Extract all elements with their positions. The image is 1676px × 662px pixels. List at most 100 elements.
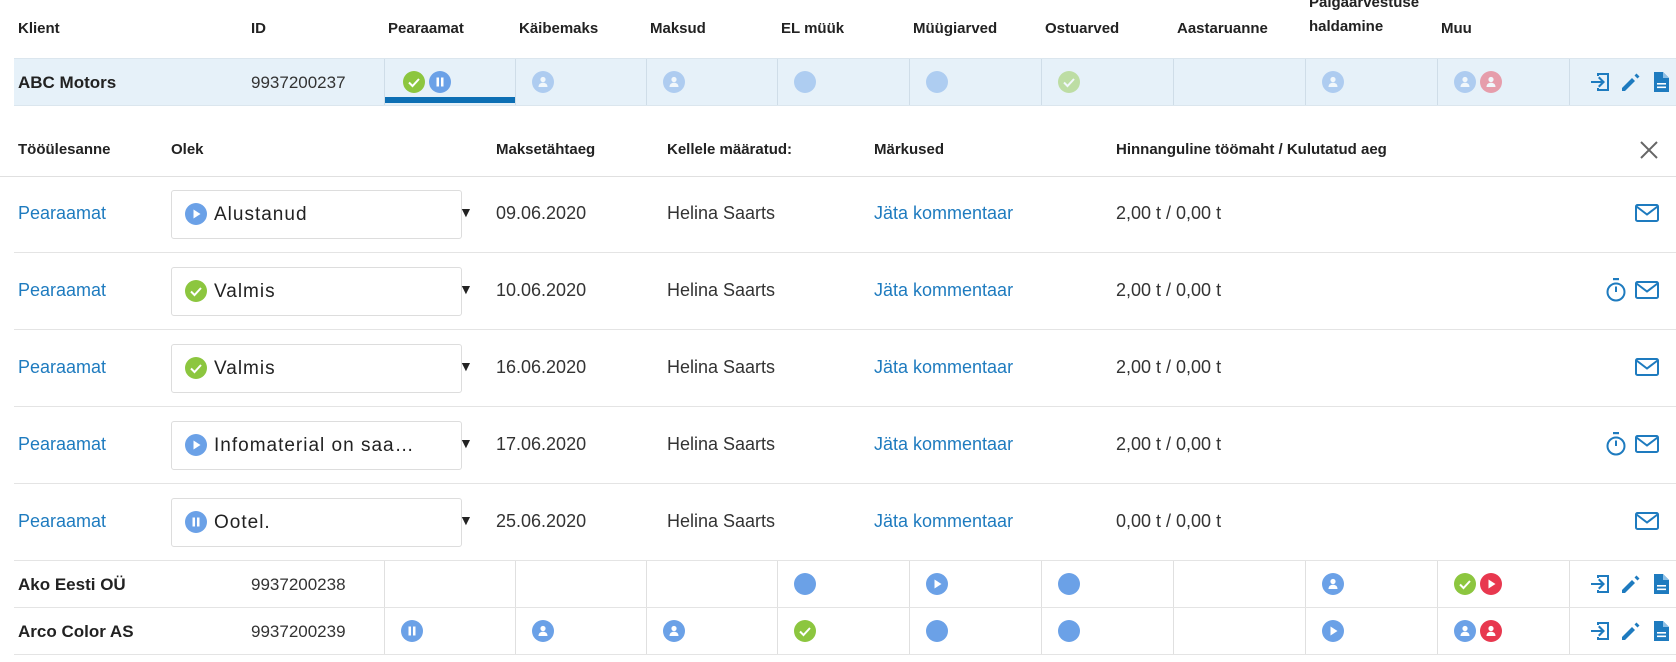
pause-icon <box>401 620 423 642</box>
due-date: 10.06.2020 <box>496 280 587 300</box>
comment-link[interactable]: Jäta kommentaar <box>874 434 1013 455</box>
timer-icon[interactable] <box>1604 431 1628 457</box>
due-date: 16.06.2020 <box>496 357 587 377</box>
task-link[interactable]: Pearaamat <box>18 511 106 532</box>
close-icon[interactable] <box>1638 139 1660 161</box>
due-date: 25.06.2020 <box>496 511 587 531</box>
col-muu: Muu <box>1441 20 1472 37</box>
status-select[interactable]: Valmis <box>171 344 462 393</box>
cell-kaibemaks[interactable] <box>515 59 646 105</box>
client-table-header: Klient ID Pearaamat Käibemaks Maksud EL … <box>0 0 1676 58</box>
col-muugiarved: Müügiarved <box>913 20 998 37</box>
login-icon[interactable] <box>1588 69 1614 95</box>
status-dot-icon <box>926 620 948 642</box>
col-palgaarvestus-line1: Palgaarvestuse <box>1309 0 1420 11</box>
chevron-down-icon[interactable]: ▼ <box>459 358 473 374</box>
status-value: Alustanud <box>214 204 308 225</box>
check-icon <box>185 280 207 302</box>
cell-el-muuk[interactable] <box>777 59 908 105</box>
document-icon[interactable] <box>1648 618 1674 644</box>
person-icon <box>663 620 685 642</box>
edit-icon[interactable] <box>1618 618 1644 644</box>
document-icon[interactable] <box>1648 69 1674 95</box>
cell-muu[interactable] <box>1437 608 1568 654</box>
comment-link[interactable]: Jäta kommentaar <box>874 280 1013 301</box>
cell-muu[interactable] <box>1437 561 1568 607</box>
status-dot-icon <box>794 71 816 93</box>
cell-ostuarved[interactable] <box>1041 59 1172 105</box>
status-select[interactable]: Valmis <box>171 267 462 316</box>
cell-maksud[interactable] <box>646 608 777 654</box>
cell-aastaruanne[interactable] <box>1173 59 1304 105</box>
cell-el-muuk[interactable] <box>777 608 908 654</box>
cell-muugiarved[interactable] <box>909 608 1040 654</box>
assignee: Helina Saarts <box>667 511 776 531</box>
edit-icon[interactable] <box>1618 571 1644 597</box>
chevron-down-icon[interactable]: ▼ <box>459 204 473 220</box>
status-dot-icon <box>1058 573 1080 595</box>
client-row-ako-eesti[interactable]: Ako Eesti OÜ 9937200238 <box>14 561 1676 608</box>
cell-kaibemaks[interactable] <box>515 608 646 654</box>
client-row-arco-color[interactable]: Arco Color AS 9937200239 <box>14 608 1676 655</box>
play-icon <box>185 203 207 225</box>
client-name: ABC Motors <box>18 73 117 92</box>
login-icon[interactable] <box>1588 618 1614 644</box>
task-link[interactable]: Pearaamat <box>18 280 106 301</box>
cell-ostuarved[interactable] <box>1041 561 1172 607</box>
cell-palgaarvestus[interactable] <box>1305 561 1436 607</box>
status-select[interactable]: Infomaterial on saabunud <box>171 421 462 470</box>
status-value: Ootel. <box>214 512 271 533</box>
cell-ostuarved[interactable] <box>1041 608 1172 654</box>
chevron-down-icon[interactable]: ▼ <box>459 512 473 528</box>
cell-el-muuk[interactable] <box>777 561 908 607</box>
cell-aastaruanne[interactable] <box>1173 608 1304 654</box>
due-date: 17.06.2020 <box>496 434 587 454</box>
cell-pearaamat[interactable] <box>384 608 515 654</box>
client-row-abc-motors[interactable]: ABC Motors 9937200237 <box>14 58 1676 106</box>
cell-palgaarvestus[interactable] <box>1305 608 1436 654</box>
col-palgaarvestus-line2: haldamine <box>1309 18 1384 35</box>
cell-palgaarvestus[interactable] <box>1305 59 1436 105</box>
play-icon <box>185 434 207 456</box>
row-actions <box>1569 608 1676 654</box>
cell-muu[interactable] <box>1437 59 1568 105</box>
document-icon[interactable] <box>1648 571 1674 597</box>
person-icon <box>1454 71 1476 93</box>
cell-aastaruanne[interactable] <box>1173 561 1304 607</box>
cell-pearaamat[interactable] <box>384 561 515 607</box>
edit-icon[interactable] <box>1618 69 1644 95</box>
check-icon <box>185 357 207 379</box>
cell-maksud[interactable] <box>646 59 777 105</box>
mail-icon[interactable] <box>1634 356 1660 378</box>
assignee: Helina Saarts <box>667 434 776 454</box>
mail-icon[interactable] <box>1634 202 1660 224</box>
login-icon[interactable] <box>1588 571 1614 597</box>
th-status: Olek <box>171 141 204 158</box>
task-link[interactable]: Pearaamat <box>18 203 106 224</box>
hours: 2,00 t / 0,00 t <box>1116 357 1222 377</box>
status-select[interactable]: Alustanud <box>171 190 462 239</box>
person-icon <box>663 71 685 93</box>
check-icon <box>1454 573 1476 595</box>
cell-muugiarved[interactable] <box>909 59 1040 105</box>
comment-link[interactable]: Jäta kommentaar <box>874 511 1013 532</box>
task-link[interactable]: Pearaamat <box>18 434 106 455</box>
cell-muugiarved[interactable] <box>909 561 1040 607</box>
cell-maksud[interactable] <box>646 561 777 607</box>
mail-icon[interactable] <box>1634 279 1660 301</box>
col-kaibemaks: Käibemaks <box>519 20 599 37</box>
mail-icon[interactable] <box>1634 510 1660 532</box>
status-dot-icon <box>926 71 948 93</box>
chevron-down-icon[interactable]: ▼ <box>459 435 473 451</box>
task-link[interactable]: Pearaamat <box>18 357 106 378</box>
pause-icon <box>429 71 451 93</box>
mail-icon[interactable] <box>1634 433 1660 455</box>
comment-link[interactable]: Jäta kommentaar <box>874 357 1013 378</box>
chevron-down-icon[interactable]: ▼ <box>459 281 473 297</box>
status-select[interactable]: Ootel. <box>171 498 462 547</box>
row-actions <box>1569 59 1676 105</box>
comment-link[interactable]: Jäta kommentaar <box>874 203 1013 224</box>
person-icon <box>1454 620 1476 642</box>
cell-kaibemaks[interactable] <box>515 561 646 607</box>
timer-icon[interactable] <box>1604 277 1628 303</box>
